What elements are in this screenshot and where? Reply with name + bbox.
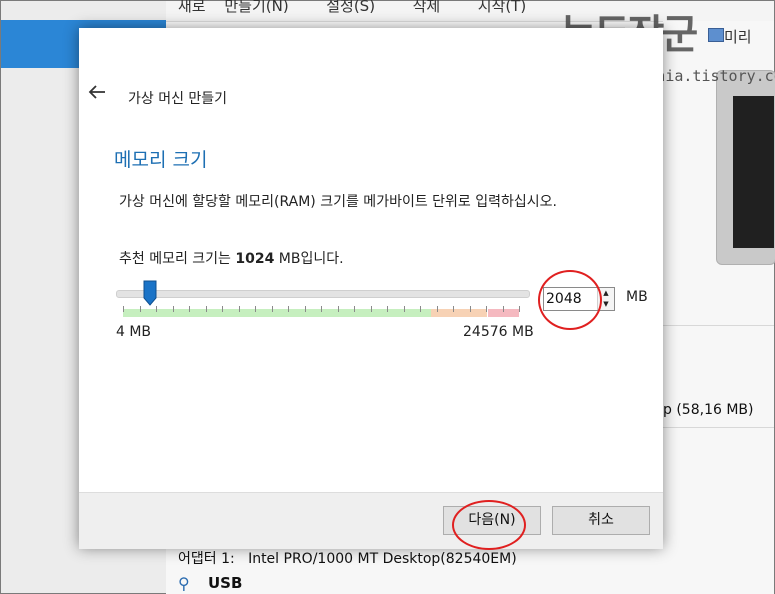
disk-size-text: p (58,16 MB) [663,402,754,418]
slider-tick [387,306,388,312]
slider-tick [437,306,438,312]
slider-tick [338,306,339,312]
slider-tick [123,306,124,312]
back-arrow-icon[interactable] [87,84,107,104]
recommended-memory-value: 1024 [235,251,275,267]
memory-description: 가상 머신에 할당할 메모리(RAM) 크기를 메가바이트 단위로 입력하십시오… [119,194,557,210]
slider-tick [140,306,141,312]
recommend-suffix: MB입니다. [274,251,344,267]
slider-tick [255,306,256,312]
spin-buttons: ▲ ▼ [597,288,614,310]
memory-slider-handle[interactable] [143,280,157,306]
slider-ticks [123,306,528,318]
details-divider [663,325,774,326]
slider-tick [519,306,520,312]
slider-tick [503,306,504,312]
slider-tick [321,306,322,312]
slider-tick [404,306,405,312]
usb-section-label[interactable]: USB [208,574,242,592]
slider-tick [173,306,174,312]
slider-min-label: 4 MB [116,324,152,340]
slider-tick [288,306,289,312]
slider-tick [486,306,487,312]
dialog-title: 가상 머신 만들기 [128,91,228,107]
section-title: 메모리 크기 [114,149,208,171]
manager-toolbar-text[interactable]: 새로 만들기(N) 설정(S) 삭제 시작(T) [178,0,526,16]
cancel-button[interactable]: 취소 [552,506,650,535]
slider-tick [453,306,454,312]
recommended-memory-text: 추천 메모리 크기는 1024 MB입니다. [119,248,344,268]
memory-size-input[interactable] [546,290,596,308]
slider-tick [305,306,306,312]
recommend-prefix: 추천 메모리 크기는 [119,251,236,267]
spin-up-icon[interactable]: ▲ [598,288,614,299]
memory-slider-track[interactable] [116,290,530,298]
slider-tick [239,306,240,312]
slider-tick [470,306,471,312]
slider-tick [222,306,223,312]
slider-tick [354,306,355,312]
network-adapter-text: 어댑터 1: Intel PRO/1000 MT Desktop(82540EM… [178,551,517,567]
slider-tick [189,306,190,312]
memory-unit-label: MB [626,289,648,305]
slider-tick [371,306,372,312]
next-button[interactable]: 다음(N) [443,506,541,535]
slider-tick [156,306,157,312]
create-vm-dialog: 가상 머신 만들기 메모리 크기 가상 머신에 할당할 메모리(RAM) 크기를… [79,28,663,549]
slider-max-label: 24576 MB [463,324,534,340]
preview-screen [733,96,774,248]
memory-size-spinbox[interactable]: ▲ ▼ [543,287,615,311]
details-divider [663,427,774,428]
slider-tick [420,306,421,312]
slider-tick [206,306,207,312]
spin-down-icon[interactable]: ▼ [598,299,614,310]
usb-icon: ⚲ [178,574,190,593]
preview-label: 미리 [724,28,752,46]
slider-tick [272,306,273,312]
preview-icon [708,28,724,42]
